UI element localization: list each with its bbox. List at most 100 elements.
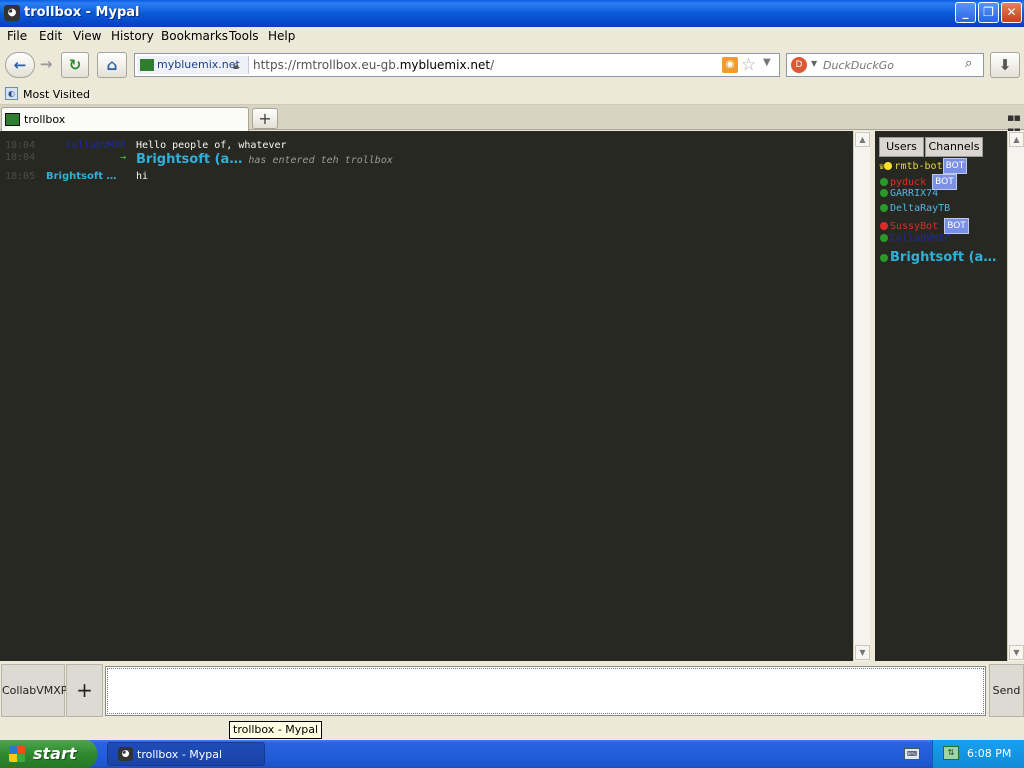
user-list-item[interactable]: GARRIX74 (880, 188, 938, 202)
scroll-down-icon[interactable]: ▼ (1009, 645, 1024, 660)
menu-file[interactable]: File (7, 29, 27, 43)
chat-message: 18:05 Brightsoft … hi (0, 171, 853, 189)
status-dot-icon (880, 234, 888, 242)
navigation-bar: ← → ↻ ⌂ mybluemix.net 🔒︎ https://rmtroll… (0, 47, 1024, 83)
user-list-item[interactable]: DeltaRayTB (880, 203, 950, 217)
most-visited-bookmark[interactable]: Most Visited (23, 88, 90, 101)
home-button[interactable]: ⌂ (97, 52, 127, 78)
menu-help[interactable]: Help (268, 29, 295, 43)
site-identity-button[interactable]: mybluemix.net 🔒︎ (137, 56, 249, 74)
tab-label: trollbox (24, 113, 66, 126)
bot-badge: BOT (942, 158, 968, 174)
add-channel-button[interactable]: + (66, 664, 103, 717)
message-text: Hello people of, whatever (136, 140, 287, 151)
new-tab-button[interactable]: + (252, 108, 278, 129)
arrow-right-icon: → (39, 55, 53, 73)
join-arrow-icon: → (119, 152, 126, 163)
downloads-button[interactable]: ⬇ (990, 52, 1020, 78)
network-icon[interactable]: ⇅ (943, 746, 959, 760)
maximize-button[interactable]: ❐ (978, 2, 999, 23)
taskbar: start ◕ trollbox - Mypal ⌨ ⇅ 6:08 PM (0, 740, 1024, 768)
site-favicon-icon (140, 59, 154, 71)
scroll-down-icon[interactable]: ▼ (855, 645, 870, 660)
message-time: 18:04 (5, 140, 36, 151)
message-nick[interactable]: Brightsoft … (46, 171, 126, 182)
windows-flag-icon (9, 746, 25, 762)
user-list-item[interactable]: pyduck BOT (880, 174, 957, 190)
status-dot-icon (880, 189, 888, 197)
user-list-item[interactable]: CollabVMXP (880, 233, 950, 247)
send-button[interactable]: Send (989, 664, 1024, 717)
start-button[interactable]: start (0, 740, 97, 768)
users-sidebar: Users Channels ♛ rmtb-bot BOT pyduck BOT G… (875, 131, 1007, 661)
channel-button[interactable]: CollabVMXP (1, 664, 67, 717)
tooltip: trollbox - Mypal (229, 721, 323, 739)
chat-log: 18:04 CollabVMXP Hello people of, whatev… (0, 131, 853, 661)
back-button[interactable]: ← (5, 52, 35, 78)
browser-window: ◕ trollbox - Mypal _ ❐ ✕ File Edit View … (0, 0, 1024, 740)
plus-icon: + (258, 109, 272, 128)
scroll-up-icon[interactable]: ▲ (1009, 132, 1024, 147)
search-bar[interactable]: D ▼ ⌕ (786, 53, 984, 77)
chat-message: 18:04 → Brightsoft (a… has entered teh t… (0, 152, 853, 170)
chat-scrollbar[interactable]: ▲ ▼ (853, 131, 870, 661)
minimize-button[interactable]: _ (955, 2, 976, 23)
most-visited-icon: ◐ (5, 87, 18, 100)
window-title: trollbox - Mypal (24, 5, 140, 20)
lock-icon: 🔒︎ (233, 59, 239, 72)
message-text: Brightsoft (a… has entered teh trollbox (136, 152, 393, 167)
bookmark-star-icon[interactable]: ☆ (741, 55, 756, 75)
home-icon: ⌂ (106, 56, 118, 74)
user-list-item[interactable]: ♛ rmtb-bot BOT (879, 158, 968, 174)
arrow-left-icon: ← (13, 56, 27, 74)
raccoon-app-icon: ◕ (118, 747, 133, 761)
url-dropdown-icon[interactable]: ▼ (763, 57, 771, 68)
search-icon[interactable]: ⌕ (965, 56, 972, 71)
message-input[interactable] (105, 666, 986, 716)
menu-bar: File Edit View History Bookmarks Tools H… (0, 27, 1024, 47)
search-input[interactable] (823, 57, 963, 73)
message-time: 18:05 (5, 171, 36, 182)
bookmarks-bar: ◐ Most Visited (0, 83, 1024, 105)
raccoon-app-icon: ◕ (4, 5, 20, 21)
keyboard-icon[interactable]: ⌨ (904, 748, 920, 760)
status-dot-icon (880, 254, 888, 262)
menu-edit[interactable]: Edit (39, 29, 62, 43)
taskbar-item-mypal[interactable]: ◕ trollbox - Mypal (107, 742, 265, 766)
engine-dropdown-icon[interactable]: ▼ (811, 59, 817, 68)
message-time: 18:04 (5, 152, 36, 163)
url-bar[interactable]: mybluemix.net 🔒︎ https://rmtrollbox.eu-g… (134, 53, 780, 77)
menu-history[interactable]: History (111, 29, 154, 43)
menu-tools[interactable]: Tools (229, 29, 259, 43)
duckduckgo-engine-icon[interactable]: D (791, 57, 807, 73)
status-dot-icon (884, 162, 893, 170)
rss-feed-icon[interactable]: ◉ (722, 57, 738, 73)
tab-bar: trollbox + ▪▪▪▪ (0, 105, 1024, 137)
tab-trollbox[interactable]: trollbox (1, 107, 249, 131)
system-tray: ⇅ 6:08 PM (932, 740, 1024, 768)
page-content: 18:04 CollabVMXP Hello people of, whatev… (0, 131, 1024, 661)
clock[interactable]: 6:08 PM (967, 747, 1011, 760)
forward-button[interactable]: → (35, 52, 57, 78)
bot-badge: BOT (944, 218, 969, 234)
url-text[interactable]: https://rmtrollbox.eu-gb.mybluemix.net/ (253, 58, 494, 72)
tab-channels[interactable]: Channels (925, 137, 983, 157)
message-input-bar: CollabVMXP + Send (0, 661, 1024, 718)
user-list-item[interactable]: Brightsoft (a… (880, 250, 996, 268)
status-dot-icon (880, 204, 888, 212)
reload-button[interactable]: ↻ (61, 52, 89, 78)
menu-view[interactable]: View (73, 29, 101, 43)
close-button[interactable]: ✕ (1001, 2, 1022, 23)
user-list-item[interactable]: SussyBot BOT (880, 218, 969, 234)
tab-favicon-icon (5, 113, 20, 126)
scroll-up-icon[interactable]: ▲ (855, 132, 870, 147)
reload-icon: ↻ (68, 56, 82, 74)
sidebar-scrollbar[interactable]: ▲ ▼ (1007, 131, 1024, 661)
message-nick[interactable]: CollabVMXP (46, 140, 126, 151)
title-bar[interactable]: ◕ trollbox - Mypal _ ❐ ✕ (0, 0, 1024, 27)
menu-bookmarks[interactable]: Bookmarks (161, 29, 228, 43)
join-nick[interactable]: Brightsoft (a… (136, 152, 242, 167)
tab-users[interactable]: Users (879, 137, 924, 157)
status-dot-icon (880, 222, 888, 230)
message-text: hi (136, 171, 149, 182)
